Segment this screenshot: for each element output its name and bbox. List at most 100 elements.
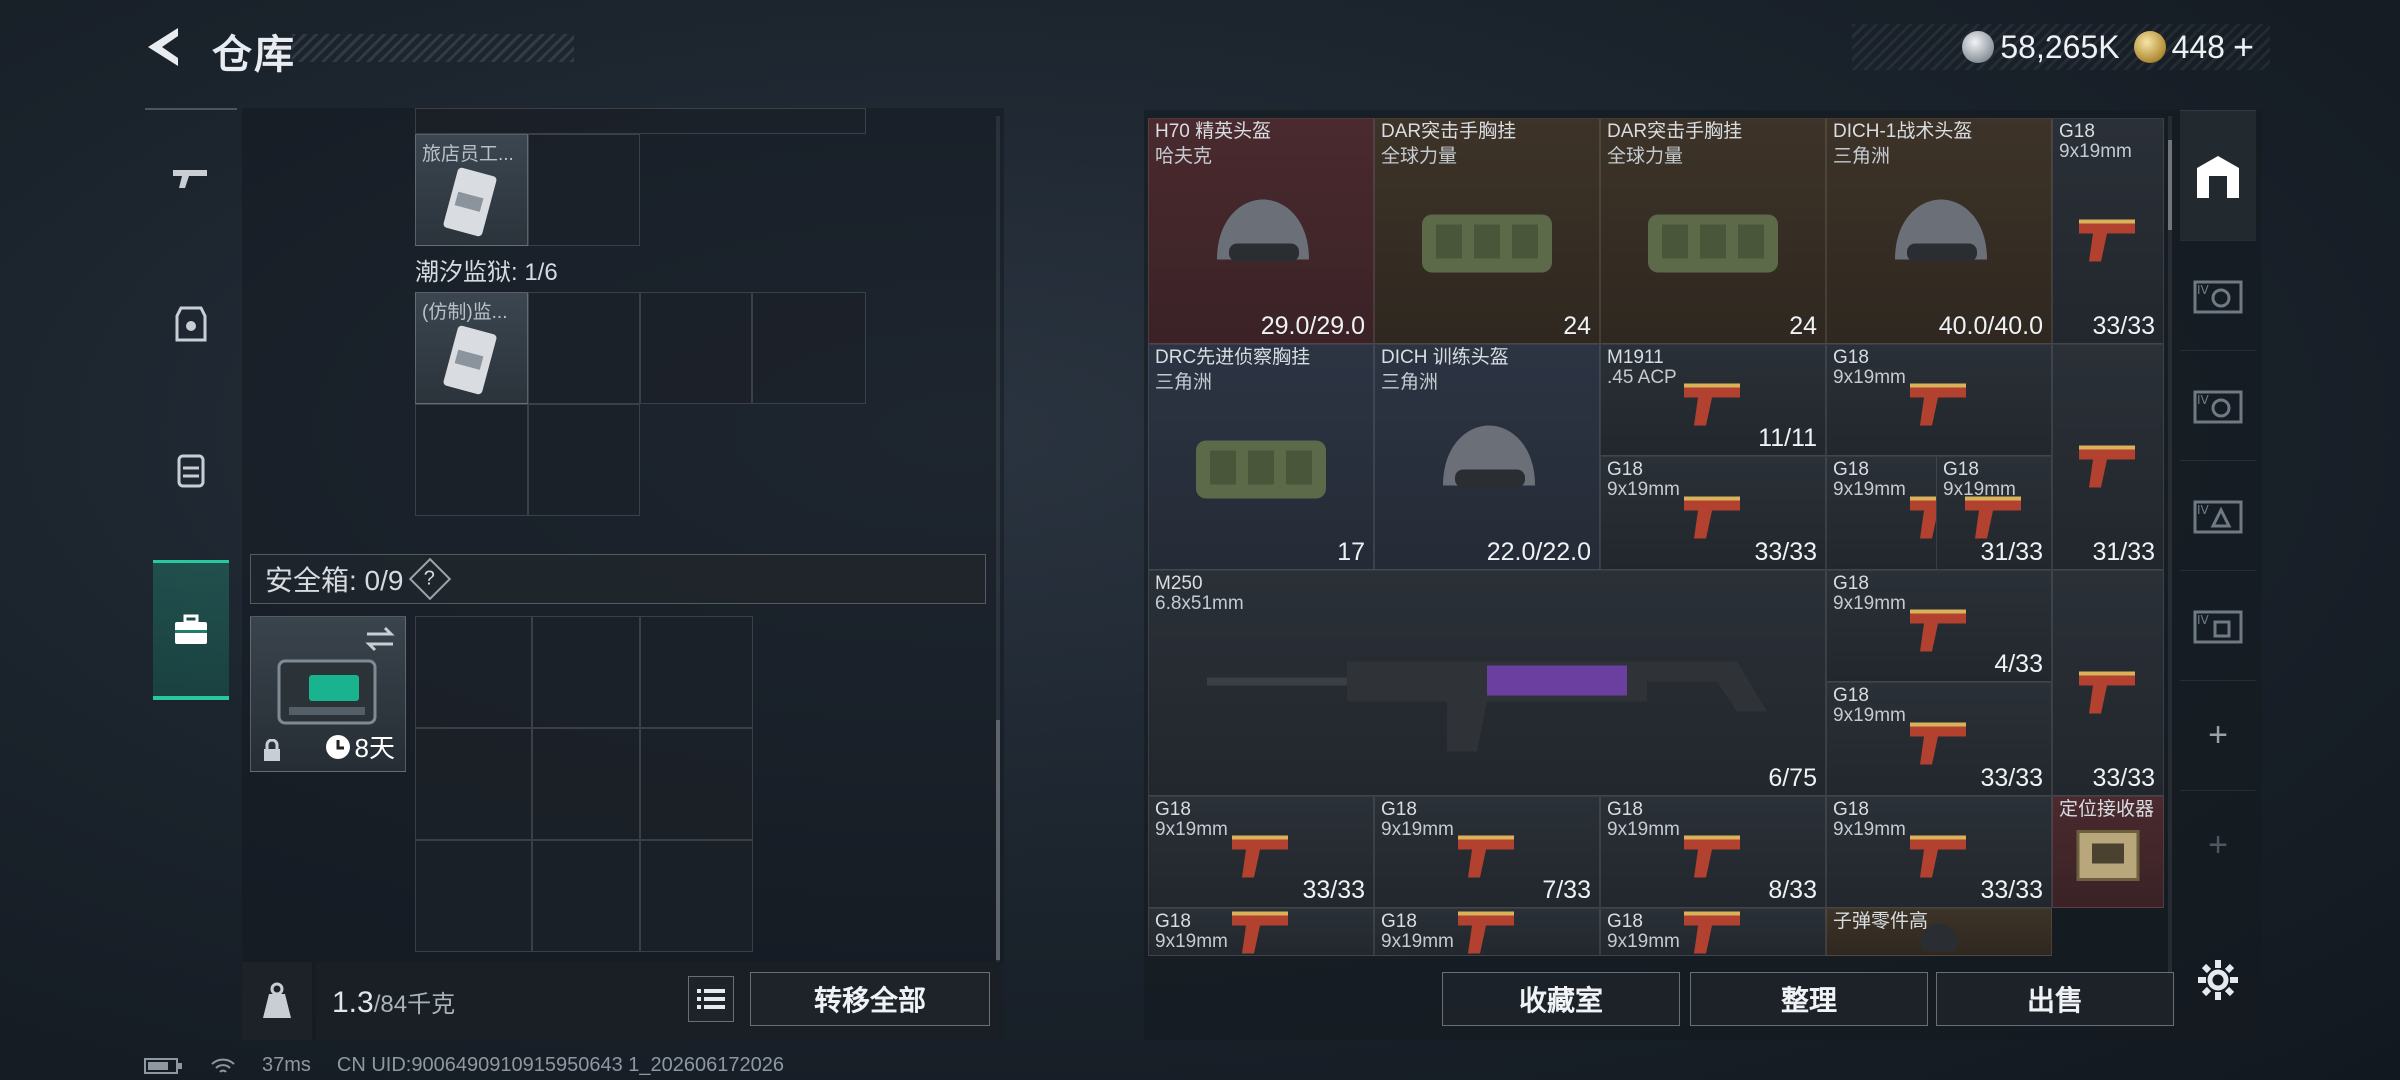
storage-item[interactable]: DRC先进侦察胸挂 三角洲 17 [1148, 344, 1374, 570]
storage-page-3[interactable]: IV [2180, 350, 2256, 460]
storage-page-4[interactable]: IV [2180, 460, 2256, 570]
storage-item[interactable]: G189x19mm 33/33 [1148, 796, 1374, 908]
storage-item[interactable]: 子弹零件高 [1826, 908, 2052, 956]
storage-item[interactable]: G18 9x19mm 8/33 [1600, 796, 1826, 908]
grid-cell[interactable] [640, 840, 753, 952]
storage-item[interactable]: G18 9x19mm 4/33 [1826, 570, 2052, 682]
storage-item[interactable]: G18 9x19mm 7/33 [1374, 796, 1600, 908]
sell-button[interactable]: 出售 [1936, 972, 2174, 1026]
storage-page-main[interactable] [2180, 110, 2256, 240]
back-arrow-icon [148, 28, 178, 66]
item-card[interactable]: (仿制)监... [415, 292, 528, 404]
grid-cell[interactable] [532, 840, 640, 952]
storage-item[interactable]: DAR突击手胸挂 全球力量 24 [1600, 118, 1826, 344]
item-count: 33/33 [1980, 764, 2043, 792]
tab-backpack[interactable] [145, 410, 237, 530]
chest-rig-icon [1412, 195, 1562, 290]
storage-item[interactable]: G18 9x19mm 31/33 [1936, 456, 2052, 570]
add-currency-icon[interactable]: + [2233, 26, 2254, 68]
storage-item[interactable]: 31/33 [2052, 344, 2164, 570]
item-name: M250 [1155, 573, 1203, 594]
item-subtitle: 哈夫克 [1155, 146, 1213, 167]
item-subtitle: 9x19mm [1833, 819, 1906, 840]
help-button[interactable]: ? [409, 557, 452, 601]
add-storage-page-button-2[interactable]: + [2180, 790, 2256, 900]
grid-cell[interactable] [532, 616, 640, 728]
storage-item[interactable]: G189x19mm [1826, 344, 2052, 456]
gold-amount: 448 [2171, 28, 2225, 65]
grid-cell[interactable] [415, 728, 532, 840]
storage-item[interactable]: G189x19mm 33/33 [2052, 118, 2164, 344]
grid-cell[interactable] [415, 616, 532, 728]
tab-weapons[interactable] [145, 118, 237, 238]
item-subtitle: 9x19mm [1607, 819, 1680, 840]
grid-cell[interactable] [640, 728, 753, 840]
storage-scrollbar-track[interactable] [2168, 116, 2172, 976]
storage-item[interactable]: M250 6.8x51mm 6/75 [1148, 570, 1826, 796]
chest-rig-icon [1186, 421, 1336, 516]
storage-page-2[interactable]: IV [2180, 240, 2256, 350]
grid-cell[interactable] [528, 134, 640, 246]
item-name: G18 [1943, 459, 1979, 480]
item-count: 24 [1563, 312, 1591, 340]
storage-item[interactable]: G189x19mm 33/33 [1826, 796, 2052, 908]
item-subtitle: 全球力量 [1381, 146, 1458, 167]
grid-cell[interactable] [528, 292, 640, 404]
organize-button[interactable]: 整理 [1690, 972, 1928, 1026]
weight-icon [263, 982, 291, 1018]
storage-item[interactable]: G189x19mm 33/33 [1600, 456, 1826, 570]
item-name: H70 精英头盔 [1155, 121, 1272, 142]
collection-room-button[interactable]: 收藏室 [1442, 972, 1680, 1026]
storage-item[interactable]: G189x19mm [1374, 908, 1600, 956]
grid-cell[interactable] [640, 616, 753, 728]
grid-cell[interactable] [640, 292, 752, 404]
add-storage-page-button[interactable]: + [2180, 680, 2256, 790]
item-subtitle: 9x19mm [1833, 367, 1906, 388]
item-card[interactable]: 旅店员工... [415, 134, 528, 246]
pistol-icon [1226, 909, 1296, 955]
storage-item[interactable]: DICH-1战术头盔 三角洲 40.0/40.0 [1826, 118, 2052, 344]
left-scrollbar-thumb[interactable] [996, 720, 1000, 960]
settings-button[interactable] [2180, 930, 2256, 1030]
storage-item[interactable]: DAR突击手胸挂 全球力量 24 [1374, 118, 1600, 344]
item-name: G18 [2059, 121, 2095, 142]
item-count: 4/33 [1994, 650, 2043, 678]
storage-item[interactable]: G189x19mm [1600, 908, 1826, 956]
storage-item[interactable]: H70 精英头盔 哈夫克 29.0/29.0 [1148, 118, 1374, 344]
helmet-icon [1879, 190, 1999, 295]
carry-weight: 1.3/84千克 [332, 984, 455, 1020]
storage-item[interactable]: 33/33 [2052, 570, 2164, 796]
item-count: 17 [1337, 538, 1365, 566]
item-subtitle: 9x19mm [2059, 141, 2132, 162]
item-count: 29.0/29.0 [1260, 312, 1365, 340]
item-name: G18 [1833, 347, 1869, 368]
storage-scrollbar-thumb[interactable] [2168, 140, 2172, 230]
grid-cell[interactable] [752, 292, 866, 404]
tab-safebox[interactable] [153, 560, 229, 700]
transfer-all-button[interactable]: 转移全部 [750, 972, 990, 1026]
prison-storage-label: 潮汐监狱: 1/6 [415, 259, 558, 286]
item-name: G18 [1833, 573, 1869, 594]
ping-readout: 37ms [262, 1054, 311, 1076]
storage-item[interactable]: G189x19mm 33/33 [1826, 682, 2052, 796]
gold-currency[interactable]: 448 + [2133, 26, 2254, 68]
pistol-icon [1904, 712, 1974, 777]
grid-cell[interactable] [415, 840, 532, 952]
item-subtitle: 9x19mm [1155, 931, 1228, 952]
pistol-icon [1452, 825, 1522, 890]
grid-cell[interactable] [415, 404, 528, 516]
safebox-item[interactable]: 8天 [250, 616, 406, 772]
item-subtitle: 9x19mm [1381, 931, 1454, 952]
tab-equipment[interactable] [145, 264, 237, 384]
storage-item[interactable]: DICH 训练头盔 三角洲 22.0/22.0 [1374, 344, 1600, 570]
plus-icon: + [2208, 716, 2228, 754]
storage-page-5[interactable]: IV [2180, 570, 2256, 680]
storage-item[interactable]: 定位接收器 [2052, 796, 2164, 908]
grid-cell[interactable] [532, 728, 640, 840]
page-title: 仓库 [212, 33, 296, 77]
back-button[interactable] [140, 22, 190, 72]
grid-cell[interactable] [528, 404, 640, 516]
list-view-button[interactable] [688, 976, 734, 1022]
storage-item[interactable]: M1911.45 ACP 11/11 [1600, 344, 1826, 456]
storage-item[interactable]: G189x19mm [1148, 908, 1374, 956]
